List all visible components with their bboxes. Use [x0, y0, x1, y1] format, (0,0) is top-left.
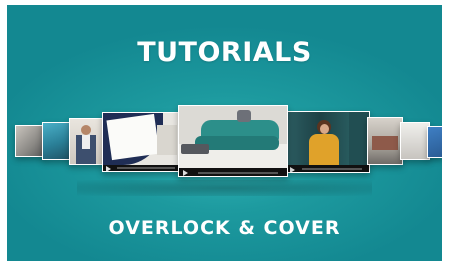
video-thumbnail-center[interactable]: [178, 105, 288, 177]
video-controls: [287, 165, 369, 172]
banner-title: TUTORIALS: [137, 37, 312, 68]
video-thumbnail-left-2[interactable]: [42, 122, 72, 160]
video-controls: [179, 168, 287, 176]
carousel-shadow: [77, 180, 372, 196]
banner-subtitle: OVERLOCK & COVER: [108, 217, 341, 239]
tutorials-banner[interactable]: TUTORIALS OVERLOCK & COVER: [7, 5, 442, 261]
video-thumbnail-left-1[interactable]: [69, 118, 105, 165]
video-thumbnail-right-near[interactable]: [286, 111, 370, 173]
video-thumbnail-left-near[interactable]: [102, 112, 182, 172]
video-thumbnail-right-2[interactable]: [400, 122, 430, 160]
video-thumbnail-right-1[interactable]: [367, 117, 403, 165]
video-controls: [103, 164, 181, 171]
video-thumbnail-far-left[interactable]: [15, 125, 45, 157]
video-thumbnail-far-right[interactable]: [427, 126, 442, 158]
